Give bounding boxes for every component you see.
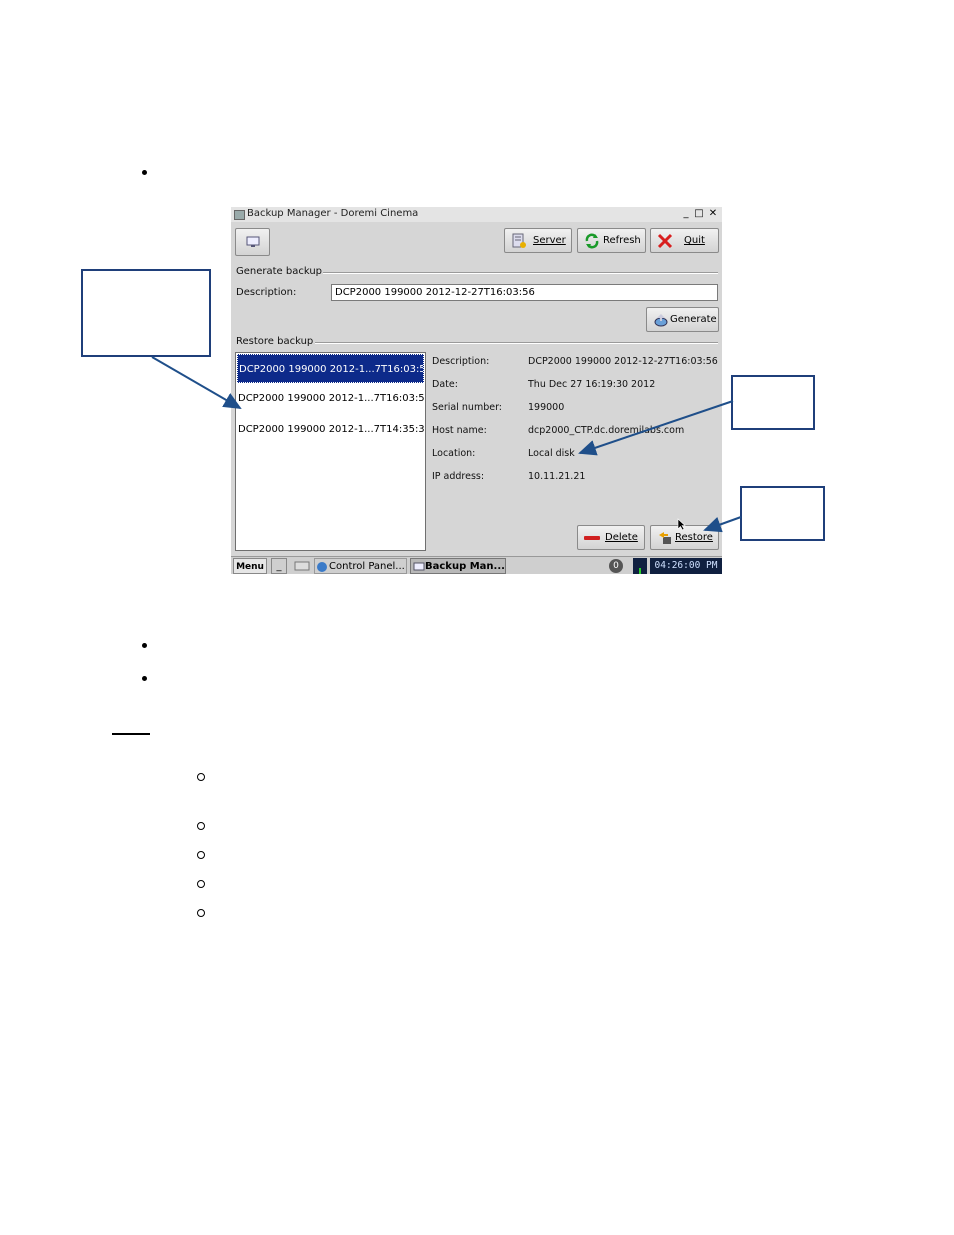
cursor-icon <box>677 518 686 531</box>
refresh-icon <box>585 233 599 249</box>
refresh-label: Refresh <box>603 235 641 246</box>
restore-label: Restore <box>675 532 713 543</box>
detail-key-description: Description: <box>432 356 490 367</box>
server-button[interactable]: Server <box>504 228 572 253</box>
list-item[interactable]: DCP2000 199000 2012-1...7T14:35:35 <box>237 415 425 444</box>
quit-button[interactable]: Quit <box>650 228 719 253</box>
detail-value-host: dcp2000_CTP.dc.doremilabs.com <box>528 425 685 436</box>
generate-label: Generate <box>670 314 717 325</box>
notification-badge[interactable]: 0 <box>609 559 623 573</box>
sub-bullet-5 <box>197 909 205 917</box>
detail-key-host: Host name: <box>432 425 487 436</box>
divider-restore <box>315 342 718 344</box>
description-input[interactable]: DCP2000 199000 2012-12-27T16:03:56 <box>331 284 718 301</box>
close-button[interactable]: ✕ <box>708 209 718 219</box>
description-label: Description: <box>236 287 297 298</box>
detail-key-location: Location: <box>432 448 476 459</box>
maximize-button[interactable]: □ <box>694 209 704 219</box>
taskbar-control-panel[interactable]: Control Panel... <box>314 558 407 574</box>
keyboard-icon <box>294 561 310 571</box>
detail-value-date: Thu Dec 27 16:19:30 2012 <box>528 379 656 390</box>
bullet-1 <box>142 170 147 175</box>
keyboard-button[interactable] <box>294 558 312 574</box>
callout-location <box>731 375 815 430</box>
bullet-2 <box>142 643 147 648</box>
menu-button[interactable]: Menu <box>233 558 267 574</box>
taskbar: Menu _ Control Panel... Backup Man... 0 … <box>231 556 722 574</box>
generate-button[interactable]: Generate <box>646 307 719 332</box>
sub-bullet-1 <box>197 773 205 781</box>
arrow-to-list <box>151 356 242 410</box>
network-indicator <box>633 558 647 574</box>
clock: 04:26:00 PM <box>650 558 722 574</box>
quit-label: Quit <box>684 235 705 246</box>
bullet-3 <box>142 676 147 681</box>
generate-icon <box>654 314 668 327</box>
backup-list[interactable]: DCP2000 199000 2012-1...7T16:03:56 DCP20… <box>235 352 426 551</box>
monitor-button[interactable] <box>235 228 270 256</box>
restore-section-title: Restore backup <box>236 336 314 347</box>
detail-key-date: Date: <box>432 379 458 390</box>
monitor-icon <box>246 236 260 247</box>
detail-key-serial: Serial number: <box>432 402 503 413</box>
callout-restore <box>740 486 825 541</box>
refresh-button[interactable]: Refresh <box>577 228 646 253</box>
backup-manager-window: Backup Manager - Doremi Cinema _ □ ✕ Ser… <box>231 207 722 574</box>
backup-manager-label: Backup Man... <box>425 561 505 572</box>
server-icon <box>512 233 526 248</box>
app-icon <box>234 210 245 220</box>
server-label: Server <box>533 235 566 246</box>
sub-bullet-4 <box>197 880 205 888</box>
detail-value-ip: 10.11.21.21 <box>528 471 586 482</box>
taskbar-backup-manager[interactable]: Backup Man... <box>410 558 506 574</box>
callout-list <box>81 269 211 357</box>
list-item[interactable]: DCP2000 199000 2012-1...7T16:03:56 <box>237 354 424 383</box>
show-desktop-button[interactable]: _ <box>271 558 287 574</box>
delete-button[interactable]: Delete <box>577 525 645 550</box>
minimize-button[interactable]: _ <box>681 209 691 219</box>
delete-label: Delete <box>605 532 638 543</box>
divider-generate <box>323 272 718 274</box>
control-panel-icon <box>317 562 327 572</box>
restore-icon <box>659 532 671 544</box>
signal-icon <box>639 568 641 574</box>
detail-value-description: DCP2000 199000 2012-12-27T16:03:56 <box>528 356 718 367</box>
generate-section-title: Generate backup <box>236 266 323 277</box>
sub-bullet-3 <box>197 851 205 859</box>
backup-manager-icon <box>413 562 425 571</box>
quit-x-icon <box>657 233 673 249</box>
window-title: Backup Manager - Doremi Cinema <box>247 208 419 219</box>
delete-icon <box>584 536 600 540</box>
detail-value-serial: 199000 <box>528 402 565 413</box>
note-underline <box>112 733 150 735</box>
title-bar: Backup Manager - Doremi Cinema _ □ ✕ <box>231 207 722 222</box>
list-item[interactable]: DCP2000 199000 2012-1...7T16:03:56 <box>237 384 425 413</box>
sub-bullet-2 <box>197 822 205 830</box>
detail-value-location: Local disk <box>528 448 575 459</box>
detail-key-ip: IP address: <box>432 471 485 482</box>
control-panel-label: Control Panel... <box>329 561 405 572</box>
callout-arrows <box>151 356 742 533</box>
